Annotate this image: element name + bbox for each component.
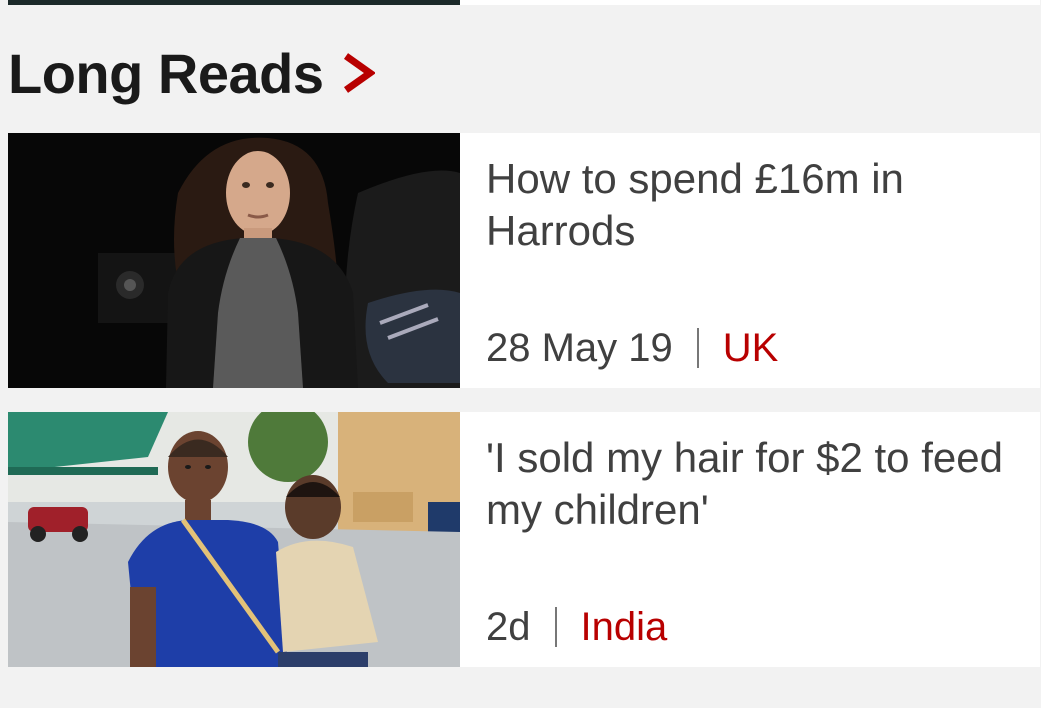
meta-divider xyxy=(696,328,699,368)
section-header[interactable]: Long Reads xyxy=(8,38,377,108)
story-timestamp: 2d xyxy=(486,604,531,649)
story-headline[interactable]: 'I sold my hair for $2 to feed my childr… xyxy=(486,432,1020,536)
story-headline[interactable]: How to spend £16m in Harrods xyxy=(486,153,1020,257)
previous-story-image-edge xyxy=(8,0,460,5)
story-image[interactable] xyxy=(8,133,460,388)
story-meta: 28 May 19 UK xyxy=(486,323,778,373)
story-card[interactable]: 'I sold my hair for $2 to feed my childr… xyxy=(8,412,1040,667)
story-card[interactable]: How to spend £16m in Harrods 28 May 19 U… xyxy=(8,133,1040,388)
meta-divider xyxy=(554,607,557,647)
previous-story-card-edge[interactable] xyxy=(8,0,1040,5)
chevron-right-icon[interactable] xyxy=(341,52,377,94)
story-image[interactable] xyxy=(8,412,460,667)
story-text[interactable]: How to spend £16m in Harrods 28 May 19 U… xyxy=(486,133,1020,388)
story-topic-link[interactable]: UK xyxy=(723,326,779,371)
story-meta: 2d India xyxy=(486,602,667,652)
section-title[interactable]: Long Reads xyxy=(8,41,324,106)
story-text[interactable]: 'I sold my hair for $2 to feed my childr… xyxy=(486,412,1020,667)
story-timestamp: 28 May 19 xyxy=(486,325,673,370)
story-topic-link[interactable]: India xyxy=(581,605,668,650)
